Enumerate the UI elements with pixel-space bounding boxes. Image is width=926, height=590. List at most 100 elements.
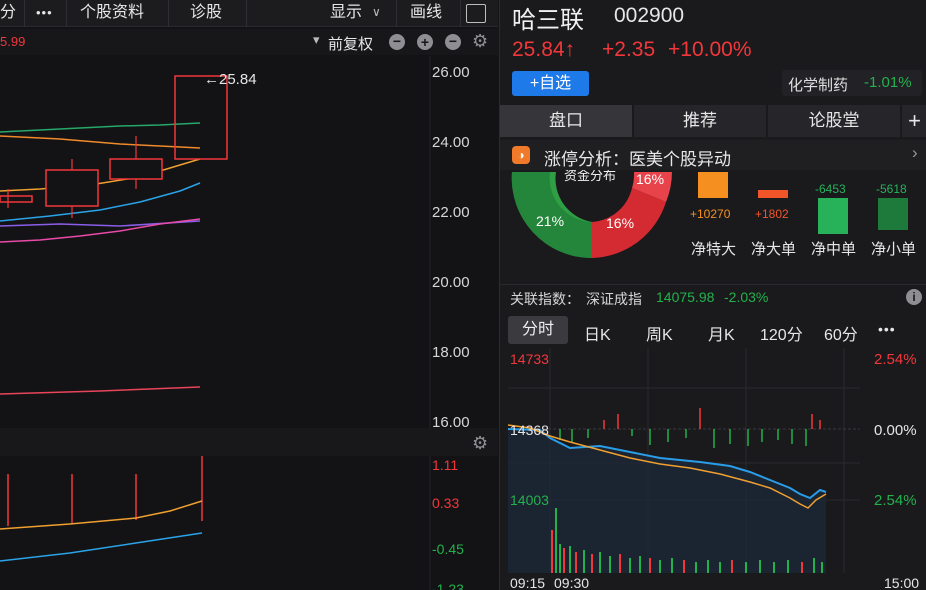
collapse-icon[interactable]: − [445, 34, 461, 50]
intraday-pct-mid: 0.00% [874, 422, 917, 439]
profile-button[interactable]: 个股资料 [80, 0, 144, 27]
candle [109, 158, 163, 180]
tab-recommend[interactable]: 推荐 [634, 105, 766, 137]
draw-button[interactable]: 画线 [410, 0, 442, 27]
period-tabs: 分时 日K 周K 月K 120分 60分 ••• [500, 314, 926, 348]
chevron-down-icon[interactable]: ∨ [372, 0, 381, 27]
indicator-line-orange [0, 500, 203, 530]
candle [45, 169, 99, 207]
gear-icon[interactable]: ⚙ [472, 31, 488, 52]
gear-icon[interactable]: ⚙ [472, 433, 488, 453]
ma-line-pink [0, 218, 201, 243]
donut-pct: 16% [636, 171, 664, 187]
chart-subbar: 5.99 ▾ 前复权 − + − ⚙ [0, 29, 498, 55]
toolbar-divider [460, 0, 461, 27]
panel-toggle-icon[interactable] [466, 4, 486, 23]
stock-app: 分 ••• 个股资料 诊股 显示 ∨ 画线 5.99 ▾ 前复权 − + − ⚙ [0, 0, 926, 590]
ma-line-orange-top [0, 135, 201, 149]
toolbar-divider [24, 0, 25, 27]
toolbar-divider [66, 0, 67, 27]
subchart-header [0, 428, 498, 456]
fund-bars: +10270 +1802 -6453 -5618 净特大 净大单 净中单 净小单 [690, 172, 916, 258]
index-name: 深证成指 [586, 291, 642, 307]
time-label: 15:00 [884, 575, 919, 590]
fund-value: +1802 [755, 207, 789, 221]
adjust-selector[interactable]: 前复权 [328, 33, 373, 54]
indicator-tick: 1.11 [432, 457, 458, 473]
kline-panel: 分 ••• 个股资料 诊股 显示 ∨ 画线 5.99 ▾ 前复权 − + − ⚙ [0, 0, 498, 590]
chevron-down-icon[interactable]: ▾ [313, 32, 320, 48]
intraday-pct-lo: 2.54% [874, 492, 917, 509]
intraday-hi: 14733 [510, 351, 549, 367]
indicator-tick: 0.33 [432, 495, 459, 511]
time-label: 09:15 [510, 575, 545, 590]
index-label: 关联指数： [510, 291, 580, 307]
fund-bar [758, 190, 788, 198]
toolbar-divider [168, 0, 169, 27]
fund-label: 净大单 [751, 241, 796, 258]
tab-120min[interactable]: 120分 [760, 321, 803, 345]
quote-panel: 哈三联 002900 25.84↑ +2.35 +10.00% +自选 化学制药… [499, 0, 926, 590]
fund-value: -5618 [876, 182, 907, 196]
stock-price: 25.84↑ [512, 38, 576, 61]
ma-line-orange [0, 158, 201, 192]
stock-change: +2.35 [602, 38, 656, 61]
fund-bar [818, 198, 848, 234]
toolbar-divider [246, 0, 247, 27]
sector-pct: -1.01% [864, 74, 912, 91]
last-price-marker: ←25.84 [204, 71, 257, 88]
fund-label: 净中单 [811, 241, 856, 258]
kline-chart: 26.00 24.00 22.00 20.00 18.00 16.00 ←25.… [0, 56, 498, 590]
fund-bar [878, 198, 908, 230]
zoom-in-icon[interactable]: + [417, 34, 433, 50]
tab-60min[interactable]: 60分 [824, 321, 858, 345]
stock-change-pct: +10.00% [668, 38, 752, 61]
fund-value: -6453 [815, 182, 846, 196]
related-index-bar[interactable]: 关联指数： 深证成指 14075.98 -2.03% i [500, 284, 926, 310]
add-tab-button[interactable]: + [902, 105, 926, 137]
fund-label: 净特大 [691, 241, 736, 258]
price-tick: 20.00 [432, 274, 470, 291]
index-pct: -2.03% [724, 289, 769, 305]
tab-monthly[interactable]: 月K [708, 321, 735, 345]
tab-intraday[interactable]: 分时 [508, 316, 568, 344]
fund-distribution: 资金分布 16% 16% 21% +10270 +1802 -6453 -561… [511, 170, 916, 259]
donut-pct: 21% [536, 213, 564, 229]
indicator-line-blue [0, 532, 203, 562]
ma-line-green [0, 122, 201, 133]
tab-pankou[interactable]: 盘口 [500, 105, 632, 137]
analysis-icon: ◑ [512, 146, 530, 164]
fund-bar [698, 172, 728, 198]
candle [0, 195, 33, 203]
add-watchlist-button[interactable]: +自选 [512, 71, 589, 96]
sector-tag[interactable]: 化学制药 -1.01% [782, 70, 922, 96]
more-periods-button[interactable]: ••• [878, 321, 896, 337]
intraday-mid: 14368 [510, 422, 549, 438]
info-icon[interactable]: i [906, 289, 922, 305]
donut-title: 资金分布 [564, 170, 616, 183]
toolbar-divider [396, 0, 397, 27]
donut-pct: 16% [606, 215, 634, 231]
diagnose-button[interactable]: 诊股 [190, 0, 222, 27]
ma-line-red-low [0, 386, 201, 395]
tab-weekly[interactable]: 周K [646, 321, 673, 345]
limit-up-banner[interactable]: ◑ 涨停分析：医美个股异动 › [500, 140, 926, 170]
intraday-pct-hi: 2.54% [874, 351, 917, 368]
index-value: 14075.98 [656, 289, 715, 305]
stock-name: 哈三联 [512, 7, 584, 34]
price-tick: 18.00 [432, 344, 470, 361]
intraday-lo: 14003 [510, 492, 549, 508]
price-tick: 26.00 [432, 64, 470, 81]
toolbar-fragment[interactable]: 分 [0, 0, 16, 27]
price-tick: 22.00 [432, 204, 470, 221]
intraday-chart: 14733 14368 14003 2.54% 0.00% 2.54% 09:1… [507, 348, 919, 590]
display-button[interactable]: 显示 [330, 0, 362, 27]
tab-daily[interactable]: 日K [584, 321, 611, 345]
zoom-out-icon[interactable]: − [389, 34, 405, 50]
toolbar: 分 ••• 个股资料 诊股 显示 ∨ 画线 [0, 0, 498, 27]
stock-code: 002900 [614, 4, 685, 27]
more-button[interactable]: ••• [36, 0, 53, 27]
indicator-tick: -0.45 [432, 541, 464, 557]
fund-value: +10270 [690, 207, 731, 221]
tab-forum[interactable]: 论股堂 [768, 105, 900, 137]
